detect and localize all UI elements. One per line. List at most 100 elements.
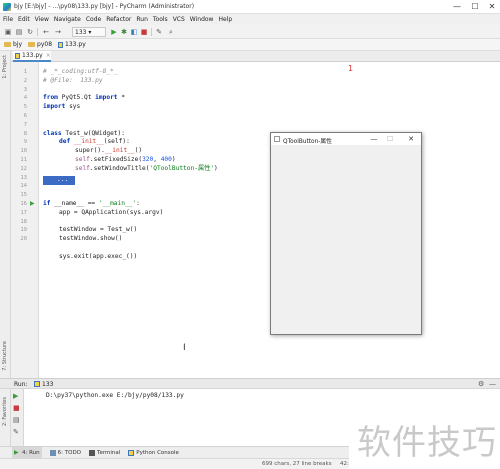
code-line: sys.exit(app.exec_()) (59, 252, 138, 260)
line-number: 9 (23, 139, 27, 146)
qt-window-titlebar: QToolButton-属性 — ☐ ✕ (271, 133, 421, 145)
qt-maximize-button[interactable]: ☐ (384, 134, 396, 144)
python-console-icon (128, 449, 135, 456)
line-number: 17 (20, 209, 27, 216)
line-number: 18 (20, 218, 27, 225)
line-gutter: 1 2 3 4 5 6 7 8 9 10 11 12 13 14 15 16 1… (11, 62, 39, 378)
qt-minimize-button[interactable]: — (368, 134, 380, 144)
save-icon[interactable]: ▤ (15, 28, 23, 36)
run-config-select[interactable]: 133 ▾ (72, 27, 106, 37)
watermark-text: 软件技巧 (357, 423, 497, 463)
maximize-button[interactable]: ☐ (470, 2, 480, 12)
selection-highlight: ... (43, 176, 75, 185)
structure-tool-tab[interactable]: 7: Structure (2, 341, 8, 371)
breadcrumb-root-label: bjy (13, 41, 23, 48)
qt-test-window[interactable]: QToolButton-属性 — ☐ ✕ (270, 132, 422, 335)
line-number: 4 (23, 95, 27, 102)
hide-panel-icon[interactable]: — (489, 380, 496, 388)
coverage-icon[interactable]: ◧ (130, 28, 138, 36)
line-number: 8 (23, 130, 27, 137)
qt-close-button[interactable]: ✕ (405, 134, 417, 144)
python-file-icon (58, 41, 64, 48)
breadcrumb-file-label: 133.py (65, 41, 86, 48)
pin-icon[interactable]: ✎ (13, 428, 19, 436)
breadcrumb-file[interactable]: 133.py (58, 41, 86, 48)
folded-code[interactable]: ... (57, 176, 68, 185)
code-line: # _*_coding:utf-8_*_ (43, 68, 118, 75)
code-line: self.setWindowTitle('QToolButton-属性') (75, 164, 218, 172)
line-number: 16 (20, 201, 27, 207)
breadcrumb-root[interactable]: bjy (4, 41, 22, 48)
toolbar: ▣ ▤ ↻ ← → 133 ▾ ▶ ✱ ◧ ■ ✎ ⌕ (0, 25, 500, 39)
python-console-tab-label: Python Console (136, 449, 179, 456)
todo-tab-label: 6: TODO (57, 449, 82, 456)
line-number: 10 (20, 148, 27, 155)
menu-code[interactable]: Code (86, 16, 101, 23)
code-line: def __init__(self): (59, 138, 130, 146)
debug-icon[interactable]: ✱ (120, 28, 128, 36)
pycharm-icon (3, 3, 11, 11)
forward-icon[interactable]: → (54, 28, 62, 36)
window-title: bjy [E:\bjy] - ...\py08\133.py [bjy] - P… (14, 3, 195, 10)
qt-window-title: QToolButton-属性 (283, 139, 332, 145)
open-folder-icon[interactable]: ▣ (4, 28, 12, 36)
breadcrumb-folder-label: py08 (37, 41, 53, 48)
back-icon[interactable]: ← (42, 28, 50, 36)
menu-bar: File Edit View Navigate Code Refactor Ru… (0, 14, 500, 25)
python-console-tool-tab[interactable]: Python Console (128, 449, 179, 456)
run-gutter-icon[interactable]: ▶ (30, 200, 35, 207)
rerun-icon[interactable]: ▶ (13, 392, 18, 400)
line-number: 11 (20, 157, 27, 163)
editor-mark-number: 1 (348, 64, 354, 73)
menu-vcs[interactable]: VCS (173, 16, 185, 23)
editor-tab-133[interactable]: 133.py × (13, 51, 51, 62)
minimize-button[interactable]: — (452, 2, 462, 12)
sync-icon[interactable]: ↻ (26, 28, 34, 36)
line-number: 3 (23, 86, 27, 93)
run-config-tab[interactable]: 133 (42, 381, 53, 388)
run-actions-strip: ▶ ■ ▤ ✎ (11, 389, 24, 446)
terminal-icon (89, 449, 96, 456)
code-line: from PyQt5.Qt import * (43, 94, 125, 102)
stop-icon[interactable]: ■ (13, 404, 20, 412)
run-label: Run: (14, 381, 28, 388)
menu-edit[interactable]: Edit (18, 16, 30, 23)
mouse-cursor-icon: I (183, 343, 186, 353)
run-panel-header: Run: 133 ⚙ — (0, 378, 500, 389)
menu-tools[interactable]: Tools (153, 16, 168, 23)
line-number: 1 (23, 69, 27, 75)
line-number: 12 (20, 165, 27, 172)
toolbar-separator (37, 28, 38, 36)
left-tool-strip-lower: 2: Favorites (0, 389, 11, 446)
python-file-icon (34, 381, 40, 387)
left-tool-strip: 1: Project 7: Structure (0, 51, 11, 378)
code-line: if __name__ == '__main__': (43, 200, 140, 207)
layout-icon[interactable]: ▤ (13, 416, 20, 424)
menu-help[interactable]: Help (218, 16, 232, 23)
project-tool-tab[interactable]: 1: Project (2, 55, 8, 79)
code-line: super().__init__() (75, 147, 143, 155)
code-line: testWindow = Test_w() (59, 226, 138, 234)
breadcrumb-folder[interactable]: py08 (28, 41, 52, 48)
code-line: self.setFixedSize(320, 400) (75, 156, 176, 163)
todo-tool-tab[interactable]: 6: TODO (49, 449, 82, 456)
terminal-tool-tab[interactable]: Terminal (89, 449, 120, 456)
todo-icon (49, 449, 56, 456)
tab-close-icon[interactable]: × (46, 52, 51, 59)
close-button[interactable]: ✕ (487, 2, 497, 12)
search-icon[interactable]: ⌕ (167, 28, 175, 36)
line-number: 2 (23, 77, 27, 84)
menu-file[interactable]: File (3, 16, 13, 23)
run-tool-tab[interactable]: ▶ 4: Run (12, 447, 42, 458)
code-line: app = QApplication(sys.argv) (59, 208, 164, 216)
menu-navigate[interactable]: Navigate (54, 16, 81, 23)
gear-icon[interactable]: ⚙ (478, 380, 484, 388)
menu-window[interactable]: Window (190, 16, 214, 23)
menu-refactor[interactable]: Refactor (106, 16, 131, 23)
menu-view[interactable]: View (35, 16, 49, 23)
stop-icon[interactable]: ■ (140, 28, 148, 36)
settings-wrench-icon[interactable]: ✎ (155, 28, 163, 36)
run-icon[interactable]: ▶ (110, 28, 118, 36)
menu-run[interactable]: Run (136, 16, 148, 23)
favorites-tool-tab[interactable]: 2: Favorites (2, 397, 8, 426)
